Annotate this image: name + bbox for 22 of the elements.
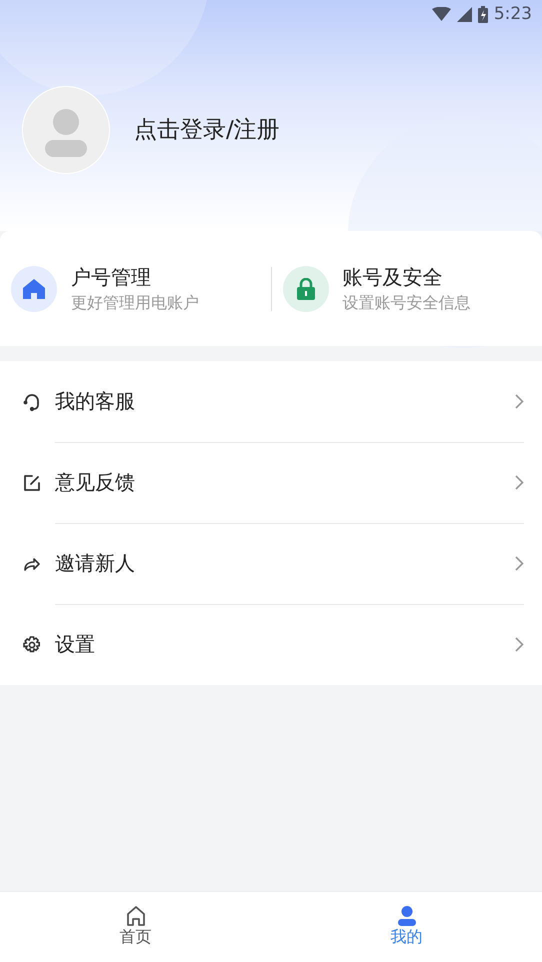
menu-item[interactable]: 邀请新人: [0, 523, 542, 604]
battery-icon: [478, 6, 488, 22]
headset-icon: [22, 392, 42, 412]
tab[interactable]: 首页: [0, 892, 271, 962]
status-time: 5:23: [494, 4, 532, 24]
chevron-icon: [515, 637, 524, 652]
home-icon: [126, 906, 146, 926]
tab[interactable]: 我的: [271, 892, 542, 962]
menu-item[interactable]: 我的客服: [0, 361, 542, 442]
shortcut-item[interactable]: 户号管理 更好管理用电账户: [0, 262, 270, 314]
person-icon: [396, 906, 416, 926]
login-link[interactable]: 点击登录/注册: [134, 114, 280, 145]
shortcut-item[interactable]: 账号及安全 设置账号安全信息: [272, 262, 542, 314]
signal-icon: [456, 6, 472, 22]
chevron-icon: [515, 475, 524, 490]
settings-icon: [22, 634, 42, 654]
menu-item[interactable]: 设置: [0, 604, 542, 685]
menu-item[interactable]: 意见反馈: [0, 442, 542, 523]
chevron-icon: [515, 556, 524, 571]
chevron-icon: [515, 394, 524, 409]
edit-icon: [22, 472, 42, 492]
wifi-icon: [432, 7, 451, 21]
